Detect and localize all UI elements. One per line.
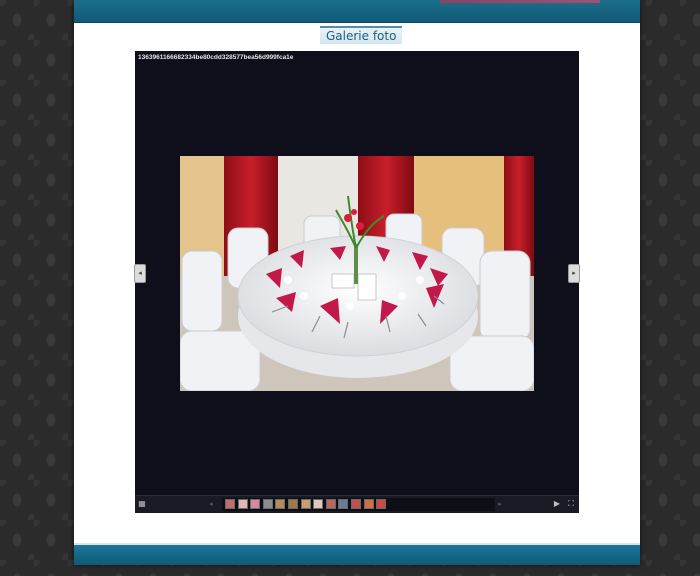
thumbnail[interactable] — [325, 499, 336, 509]
thumbnail[interactable] — [237, 499, 248, 509]
thumbnail[interactable] — [262, 499, 273, 509]
gallery-title: Galerie foto — [320, 26, 403, 44]
fullscreen-icon[interactable]: ⛶ — [566, 499, 576, 509]
thumbnail[interactable] — [363, 499, 374, 509]
prev-image-button[interactable]: ◂ — [134, 264, 146, 283]
thumbnail[interactable] — [288, 499, 298, 509]
page-frame: Galerie foto 1363961166682334be80cdd3285… — [74, 0, 640, 565]
thumbnail[interactable] — [225, 499, 235, 509]
thumbnail[interactable] — [250, 499, 261, 509]
play-icon[interactable]: ▶ — [552, 499, 562, 509]
grid-icon[interactable]: ▦ — [137, 499, 147, 509]
thumbnail[interactable] — [313, 499, 324, 509]
thumbnail[interactable] — [275, 499, 286, 509]
thumbnail-strip — [222, 498, 495, 511]
bottom-footer-bar — [74, 543, 640, 565]
thumbnail[interactable] — [300, 499, 311, 509]
banquet-photo — [180, 156, 534, 391]
photo-gallery: 1363961166682334be80cdd328577bea56d999fc… — [134, 51, 580, 513]
next-image-button[interactable]: ▸ — [568, 264, 580, 283]
top-header-bar — [74, 0, 640, 23]
image-file-name: 1363961166682334be80cdd328577bea56d999fc… — [138, 54, 294, 61]
gallery-main-image[interactable] — [180, 156, 534, 391]
chevron-right-icon: ▸ — [572, 269, 576, 277]
thumbnail[interactable] — [351, 499, 361, 509]
thumbnail[interactable] — [376, 499, 387, 509]
filmstrip-next-icon[interactable]: ▸ — [497, 499, 503, 509]
header-accent — [440, 0, 600, 3]
thumbnail[interactable] — [338, 499, 349, 509]
filmstrip-prev-icon[interactable]: ◂ — [208, 499, 214, 509]
chevron-left-icon: ◂ — [138, 269, 142, 277]
gallery-toolbar: ▦ ◂ ▸ ▶ ⛶ — [135, 495, 579, 513]
